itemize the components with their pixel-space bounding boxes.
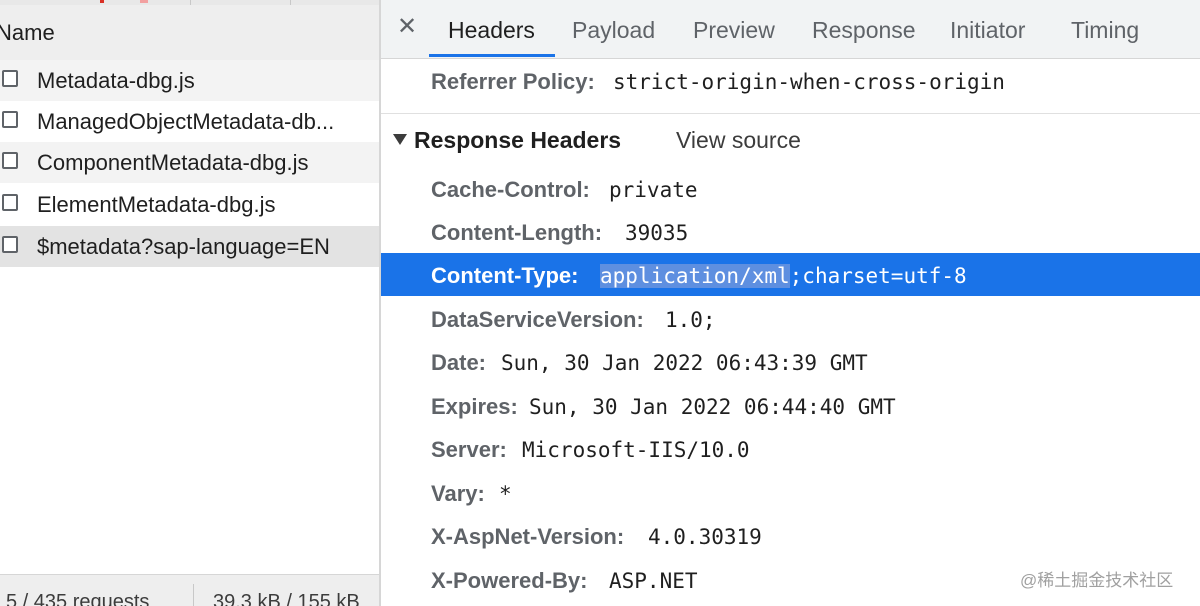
header-value: application/xml;charset=utf-8 xyxy=(600,264,967,288)
error-marker xyxy=(140,0,148,3)
header-row: Vary: * xyxy=(381,471,1200,514)
request-checkbox[interactable] xyxy=(2,111,18,128)
header-value: Microsoft-IIS/10.0 xyxy=(522,438,750,462)
watermark: @稀土掘金技术社区 xyxy=(1020,571,1174,590)
request-checkbox[interactable] xyxy=(2,236,18,253)
header-value: * xyxy=(499,482,512,506)
request-checkbox[interactable] xyxy=(2,194,18,211)
request-count: 5 / 435 requests xyxy=(6,591,150,606)
header-value-rest: ;charset=utf-8 xyxy=(789,264,967,288)
header-key: X-AspNet-Version: xyxy=(431,524,625,549)
section-title[interactable]: Response Headers xyxy=(414,127,621,154)
triangle-down-icon[interactable] xyxy=(393,134,407,145)
error-marker xyxy=(100,0,104,3)
header-value: Sun, 30 Jan 2022 06:44:40 GMT xyxy=(529,395,896,419)
header-key: Server: xyxy=(431,437,507,462)
request-row[interactable]: ComponentMetadata-dbg.js xyxy=(0,142,379,183)
header-row: DataServiceVersion: 1.0; xyxy=(381,297,1200,340)
tab-timing[interactable]: Timing xyxy=(1071,17,1139,44)
header-key: Expires: xyxy=(431,394,518,419)
active-tab-indicator xyxy=(429,54,555,57)
tab-payload[interactable]: Payload xyxy=(572,17,655,44)
header-row: X-AspNet-Version: 4.0.30319 xyxy=(381,514,1200,557)
header-value: Sun, 30 Jan 2022 06:43:39 GMT xyxy=(501,351,868,375)
name-column-label: Name xyxy=(0,20,55,45)
details-tab-bar: ✕ Headers Payload Preview Response Initi… xyxy=(381,0,1200,59)
request-row[interactable]: ManagedObjectMetadata-db... xyxy=(0,101,379,142)
header-value: 39035 xyxy=(625,221,689,245)
header-value: 4.0.30319 xyxy=(648,525,762,549)
header-row: Cache-Control: private xyxy=(381,167,1200,210)
request-row[interactable]: ElementMetadata-dbg.js xyxy=(0,184,379,225)
header-value: private xyxy=(609,178,698,202)
header-row-selected: Content-Type: application/xml;charset=ut… xyxy=(381,253,1200,296)
header-value: 1.0; xyxy=(665,308,716,332)
header-key: Vary: xyxy=(431,481,485,506)
header-row: Expires: Sun, 30 Jan 2022 06:44:40 GMT xyxy=(381,384,1200,427)
devtools-network-panel: Name Metadata-dbg.js ManagedObjectMetada… xyxy=(0,0,1200,606)
header-key: DataServiceVersion: xyxy=(431,307,644,332)
request-name: $metadata?sap-language=EN xyxy=(37,234,330,259)
close-icon[interactable]: ✕ xyxy=(395,12,419,42)
request-row[interactable]: Metadata-dbg.js xyxy=(0,60,379,101)
header-key: X-Powered-By: xyxy=(431,568,588,593)
status-divider xyxy=(193,584,194,606)
header-row: Date: Sun, 30 Jan 2022 06:43:39 GMT xyxy=(381,340,1200,383)
request-checkbox[interactable] xyxy=(2,70,18,87)
request-list-pane: Name Metadata-dbg.js ManagedObjectMetada… xyxy=(0,0,379,606)
header-row: Server: Microsoft-IIS/10.0 xyxy=(381,427,1200,470)
header-row: Content-Length: 39035 xyxy=(381,210,1200,253)
tab-headers[interactable]: Headers xyxy=(448,17,535,44)
request-details-pane: ✕ Headers Payload Preview Response Initi… xyxy=(381,0,1200,606)
request-name: ComponentMetadata-dbg.js xyxy=(37,150,309,175)
tab-response[interactable]: Response xyxy=(812,17,916,44)
request-name: ElementMetadata-dbg.js xyxy=(37,192,276,217)
header-key: Referrer Policy: xyxy=(431,69,595,94)
view-source-link[interactable]: View source xyxy=(676,127,801,154)
text-selection: application/xml xyxy=(600,264,790,288)
header-key: Date: xyxy=(431,350,487,375)
header-key: Cache-Control: xyxy=(431,177,590,202)
tab-preview[interactable]: Preview xyxy=(693,17,775,44)
header-value: ASP.NET xyxy=(609,569,698,593)
header-value: strict-origin-when-cross-origin xyxy=(613,70,1005,94)
tab-initiator[interactable]: Initiator xyxy=(950,17,1025,44)
request-name: Metadata-dbg.js xyxy=(37,68,195,93)
header-key: Content-Length: xyxy=(431,220,603,245)
request-checkbox[interactable] xyxy=(2,152,18,169)
request-name: ManagedObjectMetadata-db... xyxy=(37,109,335,134)
request-row-selected[interactable]: $metadata?sap-language=EN xyxy=(0,226,379,267)
transfer-size: 39.3 kB / 155 kB xyxy=(213,591,360,606)
network-status-bar: 5 / 435 requests 39.3 kB / 155 kB xyxy=(0,574,379,606)
header-key: Content-Type: xyxy=(431,263,579,288)
referrer-policy-row: Referrer Policy: strict-origin-when-cros… xyxy=(381,59,1200,114)
name-column-header[interactable]: Name xyxy=(0,5,379,61)
